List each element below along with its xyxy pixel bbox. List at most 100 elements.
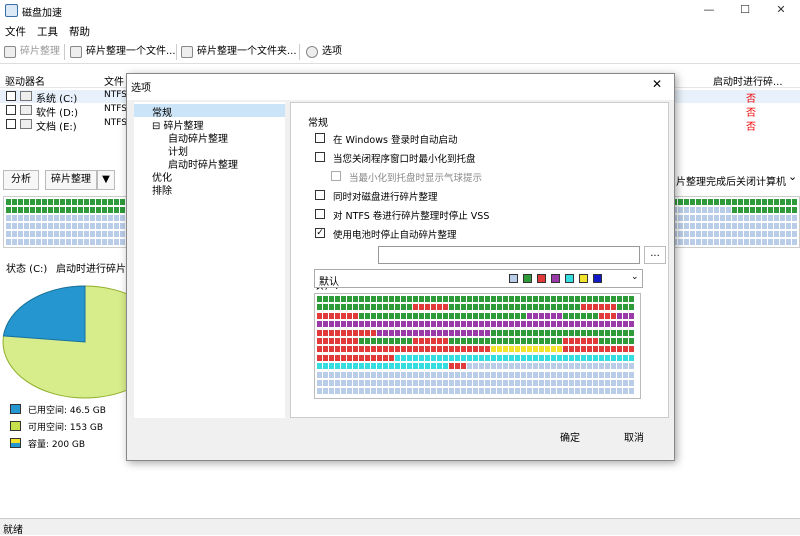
section-title: 常规 [308,118,328,129]
column-fs[interactable]: 文件 [104,73,124,88]
drive-name: 系统 (C:) [36,94,78,105]
drive-fs: NTFS [104,104,127,114]
option-label: 同时对磁盘进行碎片整理 [333,192,438,203]
defrag-dropdown-button[interactable]: ▼ [97,170,115,190]
status-tab[interactable]: 状态 (C:) [6,260,47,275]
checkbox[interactable] [315,209,325,219]
chevron-down-icon[interactable]: ⌄ [788,170,797,183]
pie-used-slice [2,285,86,343]
title-bar: 磁盘加速 — ☐ ✕ [0,0,800,22]
drive-icon [20,91,32,101]
column-drive[interactable]: 驱动器名 [5,73,45,88]
app-icon [5,4,18,17]
disk-usage-pie [2,285,126,399]
status-bar: 就绪 [0,518,800,536]
checkbox[interactable] [331,171,341,181]
drive-checkbox[interactable] [6,91,16,101]
legend-capacity: 容量: 200 GB [10,437,130,450]
tree-item[interactable]: 常规 [134,104,285,119]
toolbar-separator [299,44,300,60]
dialog-title: 选项 [131,83,151,94]
dialog-close-button[interactable]: ✕ [652,77,662,91]
toolbar-separator [64,44,65,60]
close-button[interactable]: ✕ [764,0,798,22]
scheme-value: 默认 [319,277,339,288]
tree-item[interactable]: 排除 [134,182,285,197]
option-checkbox[interactable]: 当您关闭程序窗口时最小化到托盘 [315,151,635,165]
scheme-preview-map [314,293,641,399]
drive-auto: 否 [746,94,756,105]
color-swatch [593,274,602,283]
option-checkbox[interactable]: 当最小化到托盘时显示气球提示 [331,170,651,184]
drive-auto: 否 [746,122,756,133]
drive-name: 文档 (E:) [36,122,77,133]
auto-tab[interactable]: 启动时进行碎片整 [56,260,136,275]
status-text: 就绪 [3,525,23,536]
defrag-icon [4,46,16,58]
option-label: 当您关闭程序窗口时最小化到托盘 [333,154,476,165]
option-checkbox[interactable]: 同时对磁盘进行碎片整理 [315,189,635,203]
legend-swatch [10,421,21,431]
menu-file[interactable]: 文件 [5,24,26,39]
option-label: 在 Windows 登录时自动启动 [333,135,458,146]
drive-checkbox[interactable] [6,119,16,129]
legend-swatch [10,438,21,448]
tree-item[interactable]: 自动碎片整理 [134,130,285,145]
checkbox[interactable] [315,190,325,200]
color-swatch [537,274,546,283]
minimize-button[interactable]: — [692,0,726,22]
tree-item[interactable]: 计划 [134,143,285,158]
maximize-button[interactable]: ☐ [728,0,762,22]
drive-fs: NTFS [104,90,127,100]
checkbox[interactable]: ✓ [315,228,325,238]
drive-checkbox[interactable] [6,105,16,115]
color-swatch [551,274,560,283]
tree-item[interactable]: 优化 [134,169,285,184]
color-swatch [579,274,588,283]
drive-icon [20,105,32,115]
defrag-toolbar-button[interactable]: 碎片整理 [4,44,60,60]
analyze-button[interactable]: 分析 [3,170,39,190]
color-swatch [523,274,532,283]
ok-button[interactable]: 确定 [541,429,599,451]
drive-name: 软件 (D:) [36,108,79,119]
checkbox[interactable] [315,152,325,162]
chevron-down-icon: ⌄ [631,272,639,282]
toolbar: 碎片整理 碎片整理一个文件... 碎片整理一个文件夹... 选项 [0,40,800,64]
option-checkbox[interactable]: 在 Windows 登录时自动启动 [315,132,635,146]
color-swatch [509,274,518,283]
cancel-button[interactable]: 取消 [605,429,663,451]
tree-item[interactable]: 启动时碎片整理 [134,156,285,171]
options-tree: 常规 ⊟ 碎片整理 自动碎片整理 计划 启动时碎片整理 优化 排除 [134,102,285,418]
drive-auto: 否 [746,108,756,119]
file-icon [70,46,82,58]
menu-help[interactable]: 帮助 [69,24,90,39]
option-checkbox[interactable]: ✓ 使用电池时停止自动碎片整理 [315,227,635,241]
column-auto[interactable]: 启动时进行碎... [713,73,783,88]
color-scheme-select[interactable]: 默认 ⌄ [314,269,643,288]
option-label: 当最小化到托盘时显示气球提示 [349,173,483,184]
browse-button[interactable]: ... [644,246,666,264]
checkbox[interactable] [315,133,325,143]
menu-tools[interactable]: 工具 [37,24,58,39]
drive-icon [20,119,32,129]
shutdown-option[interactable]: 片整理完成后关闭计算机 [676,173,786,188]
defrag-file-button[interactable]: 碎片整理一个文件... [70,44,176,60]
drive-fs: NTFS [104,118,127,128]
option-label: 使用电池时停止自动碎片整理 [333,230,457,241]
options-dialog: 选项 ✕ 常规 ⊟ 碎片整理 自动碎片整理 计划 启动时碎片整理 优化 排除 常规 在 Wi… [126,73,675,461]
toolbar-separator [176,44,177,60]
dialog-title-bar: 选项 ✕ [127,74,674,100]
legend-swatch [10,404,21,414]
defrag-folder-button[interactable]: 碎片整理一个文件夹... [181,44,297,60]
option-checkbox[interactable]: 对 NTFS 卷进行碎片整理时停止 VSS [315,208,635,222]
tree-item[interactable]: ⊟ 碎片整理 [134,117,285,132]
options-button[interactable]: 选项 [306,44,342,60]
option-label: 对 NTFS 卷进行碎片整理时停止 VSS [333,211,490,222]
legend-used: 已用空间: 46.5 GB [10,403,130,416]
sound-input[interactable] [378,246,640,264]
window-title: 磁盘加速 [22,8,62,19]
gear-icon [306,46,318,58]
defrag-button[interactable]: 碎片整理 [45,170,97,190]
menu-bar: 文件 工具 帮助 [0,22,800,40]
